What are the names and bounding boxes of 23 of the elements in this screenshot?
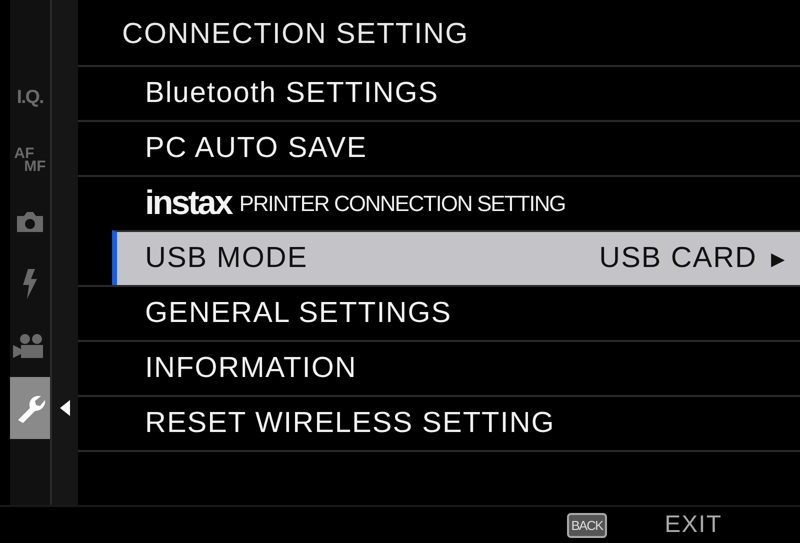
menu-item[interactable]: RESET WIRELESS SETTING (78, 395, 800, 450)
item-label: PRINTER CONNECTION SETTING (239, 190, 566, 216)
item-label: PC AUTO SAVE (145, 132, 368, 165)
exit-label: EXIT (664, 511, 722, 539)
menu-tab[interactable] (10, 377, 50, 439)
camera-icon (15, 211, 45, 233)
menu-item[interactable]: Bluetooth SETTINGS (78, 65, 800, 120)
menu-item[interactable]: USB MODE USB CARD ▶ (112, 230, 800, 285)
submenu-arrow: ▶ (771, 248, 786, 270)
item-value: USB CARD (599, 242, 757, 275)
flash-icon (21, 269, 39, 299)
item-label: USB MODE (145, 242, 308, 275)
back-key[interactable]: BACK (567, 512, 607, 538)
menu-item[interactable]: PC AUTO SAVE (78, 120, 800, 175)
menu-item[interactable]: GENERAL SETTINGS (78, 285, 800, 340)
item-label: Bluetooth SETTINGS (145, 77, 439, 110)
brand-logo: instax (145, 184, 232, 223)
item-label: INFORMATION (145, 352, 357, 385)
item-label: RESET WIRELESS SETTING (145, 407, 555, 440)
selection-pointer-icon (60, 400, 70, 416)
item-label: GENERAL SETTINGS (145, 297, 452, 330)
menu-item[interactable]: INFORMATION (78, 340, 800, 395)
menu-title: CONNECTION SETTING (122, 18, 469, 50)
